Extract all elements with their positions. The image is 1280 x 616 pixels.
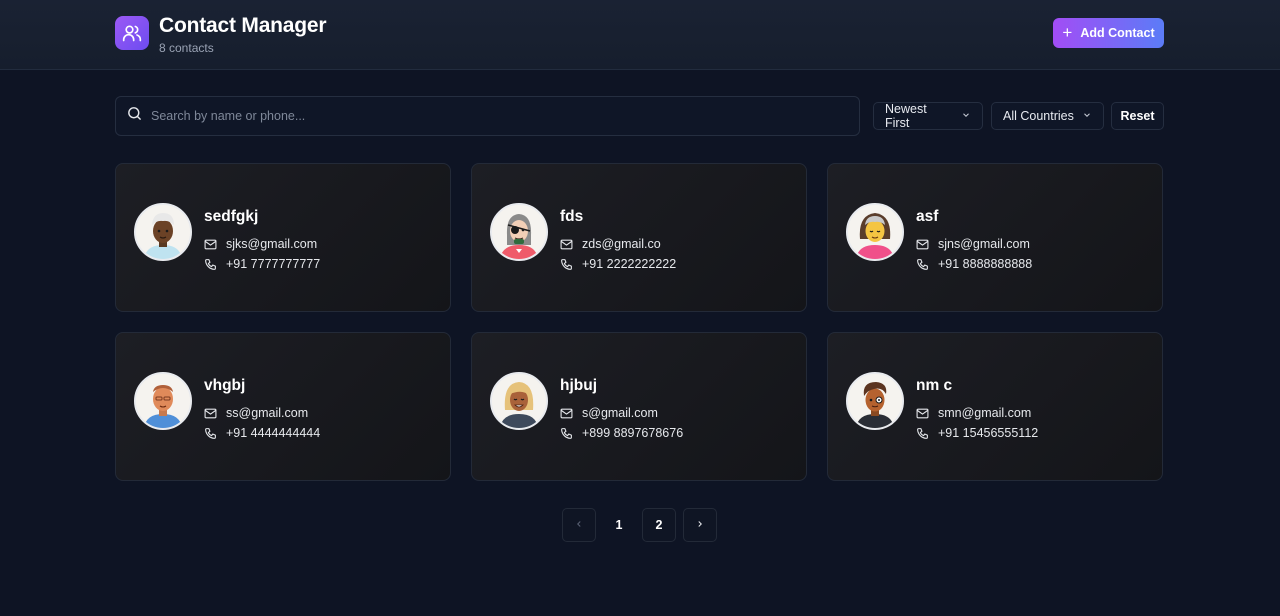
prev-page-button[interactable] <box>562 508 596 542</box>
chevron-down-icon <box>1082 109 1092 123</box>
contacts-icon <box>115 16 149 50</box>
page-button-1[interactable]: 1 <box>602 508 636 542</box>
phone-icon <box>204 257 218 271</box>
contact-phone: +91 7777777777 <box>226 257 321 271</box>
mail-icon <box>560 237 574 251</box>
mail-icon <box>560 406 574 420</box>
app-header: Contact Manager 8 contacts + Add Contact <box>0 0 1280 70</box>
contact-phone: +91 8888888888 <box>938 257 1033 271</box>
search-input[interactable] <box>151 109 831 123</box>
page-title: Contact Manager <box>159 14 327 37</box>
contact-name: sedfgkj <box>204 208 259 225</box>
avatar-blonde-icon <box>490 372 548 430</box>
contact-name: nm c <box>916 377 953 394</box>
phone-icon <box>916 257 930 271</box>
add-contact-button[interactable]: + Add Contact <box>1053 18 1164 48</box>
contact-name: asf <box>916 208 939 225</box>
contact-card[interactable]: fds zds@gmail.co +91 2222222222 <box>471 163 807 312</box>
add-contact-label: Add Contact <box>1080 26 1155 40</box>
contact-phone: +899 8897678676 <box>582 426 684 440</box>
page-button-2[interactable]: 2 <box>642 508 676 542</box>
country-select-value: All Countries <box>1003 109 1074 123</box>
phone-icon <box>560 426 574 440</box>
contact-card[interactable]: vhgbj ss@gmail.com +91 4444444444 <box>115 332 451 481</box>
sort-select-value: Newest First <box>885 102 927 130</box>
contact-name: hjbuj <box>560 377 598 394</box>
chevron-right-icon <box>695 518 705 532</box>
sort-select[interactable]: Newest First <box>873 102 983 130</box>
contact-phone: +91 2222222222 <box>582 257 677 271</box>
country-select[interactable]: All Countries <box>991 102 1104 130</box>
contact-card[interactable]: hjbuj s@gmail.com +899 8897678676 <box>471 332 807 481</box>
phone-icon <box>560 257 574 271</box>
filter-toolbar: Newest First All Countries Reset <box>115 96 1164 136</box>
contact-phone: +91 15456555112 <box>938 426 1039 440</box>
chevron-left-icon <box>574 518 584 532</box>
phone-icon <box>916 426 930 440</box>
mail-icon <box>204 406 218 420</box>
brand: Contact Manager 8 contacts <box>115 14 327 55</box>
mail-icon <box>204 237 218 251</box>
search-icon <box>126 105 143 127</box>
avatar-white-hair-icon <box>134 203 192 261</box>
contact-phone: +91 4444444444 <box>226 426 321 440</box>
contact-name: vhgbj <box>204 377 246 394</box>
search-box <box>115 96 860 136</box>
contact-email: sjks@gmail.com <box>226 237 318 251</box>
contact-card[interactable]: sedfgkj sjks@gmail.com +91 7777777777 <box>115 163 451 312</box>
avatar-eyepatch-icon <box>490 203 548 261</box>
contact-card[interactable]: asf sjns@gmail.com +91 8888888888 <box>827 163 1163 312</box>
next-page-button[interactable] <box>683 508 717 542</box>
contact-count: 8 contacts <box>159 41 214 55</box>
contact-email: zds@gmail.co <box>582 237 661 251</box>
contact-email: sjns@gmail.com <box>938 237 1030 251</box>
reset-button[interactable]: Reset <box>1111 102 1164 130</box>
avatar-bald-icon <box>134 372 192 430</box>
contact-email: smn@gmail.com <box>938 406 1032 420</box>
contact-email: ss@gmail.com <box>226 406 309 420</box>
contact-card[interactable]: nm c smn@gmail.com +91 15456555112 <box>827 332 1163 481</box>
chevron-down-icon <box>961 109 971 123</box>
mail-icon <box>916 237 930 251</box>
contact-email: s@gmail.com <box>582 406 658 420</box>
contact-name: fds <box>560 208 584 225</box>
avatar-grey-hair-icon <box>846 203 904 261</box>
plus-icon: + <box>1062 22 1073 42</box>
avatar-monocle-icon <box>846 372 904 430</box>
mail-icon <box>916 406 930 420</box>
phone-icon <box>204 426 218 440</box>
